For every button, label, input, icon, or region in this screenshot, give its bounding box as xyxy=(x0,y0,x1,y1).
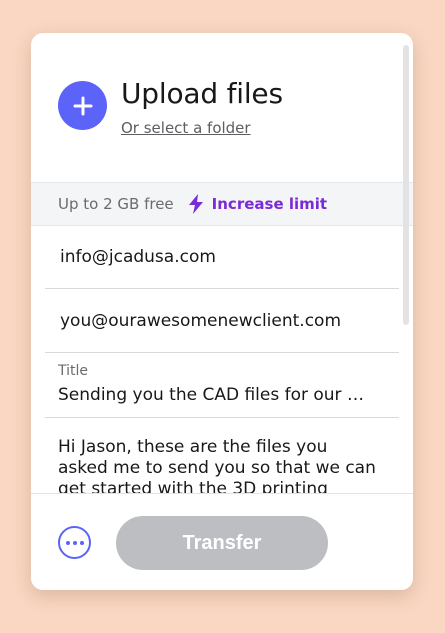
scrollbar[interactable] xyxy=(403,45,409,325)
plus-icon xyxy=(73,96,92,115)
increase-limit-link[interactable]: Increase limit xyxy=(212,195,327,213)
footer: Transfer xyxy=(31,493,413,590)
upload-section: Upload files Or select a folder xyxy=(31,33,413,183)
title-label: Title xyxy=(58,363,89,379)
upload-title: Upload files xyxy=(121,77,283,110)
limit-bar: Up to 2 GB free Increase limit xyxy=(31,182,413,226)
select-folder-link[interactable]: Or select a folder xyxy=(121,119,251,137)
sender-email-value: you@ourawesomenewclient.com xyxy=(60,311,341,331)
sender-email-field[interactable]: you@ourawesomenewclient.com xyxy=(45,289,399,353)
add-files-button[interactable] xyxy=(58,81,107,130)
limit-text: Up to 2 GB free xyxy=(58,195,174,213)
title-value: Sending you the CAD files for our … xyxy=(58,385,364,405)
recipient-email-field[interactable]: info@jcadusa.com xyxy=(45,226,399,289)
message-textarea[interactable]: Hi Jason, these are the files you asked … xyxy=(58,437,378,494)
transfer-button[interactable]: Transfer xyxy=(116,516,328,570)
transfer-card: Upload files Or select a folder Up to 2 … xyxy=(31,33,413,590)
more-options-icon xyxy=(65,540,84,545)
lightning-icon xyxy=(188,194,203,214)
more-options-button[interactable] xyxy=(58,526,91,559)
recipient-email-value: info@jcadusa.com xyxy=(60,247,216,267)
title-field[interactable]: Title Sending you the CAD files for our … xyxy=(45,353,399,418)
